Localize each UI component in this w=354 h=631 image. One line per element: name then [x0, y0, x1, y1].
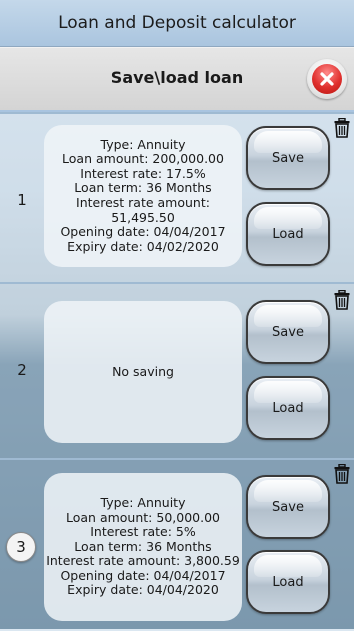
save-button[interactable]: Save	[246, 126, 330, 190]
save-slot-3: 3 Type: Annuity Loan amount: 50,000.00 I…	[0, 458, 354, 631]
opening-date: Opening date: 04/04/2017	[60, 567, 226, 583]
expiry-date: Expiry date: 04/02/2020	[67, 238, 219, 254]
loan-amount: Loan amount: 200,000.00	[62, 151, 224, 167]
dialog-header: Save\load loan	[0, 47, 354, 113]
loan-type: Type: Annuity	[100, 494, 186, 510]
load-button[interactable]: Load	[246, 376, 330, 440]
slot-number-selected: 3	[6, 532, 36, 562]
slot-number: 1	[17, 191, 27, 209]
trash-icon[interactable]	[334, 117, 350, 138]
loan-amount: Loan amount: 50,000.00	[66, 509, 220, 525]
interest-rate-amount: Interest rate amount: 3,800.59	[46, 553, 240, 569]
save-button[interactable]: Save	[246, 300, 330, 364]
opening-date: Opening date: 04/04/2017	[60, 224, 226, 240]
slot-number: 2	[17, 361, 27, 379]
save-button-label: Save	[272, 324, 304, 340]
trash-icon[interactable]	[334, 289, 350, 310]
loan-term: Loan term: 36 Months	[74, 538, 212, 554]
save-slot-1: 1 Type: Annuity Loan amount: 200,000.00 …	[0, 112, 354, 284]
save-button-label: Save	[272, 499, 304, 515]
save-button[interactable]: Save	[246, 475, 330, 539]
app-title-bar: Loan and Deposit calculator	[0, 0, 354, 47]
interest-rate-amount: Interest rate amount: 51,495.50	[76, 195, 210, 225]
close-icon	[312, 64, 342, 94]
load-button-label: Load	[272, 226, 304, 242]
loan-term: Loan term: 36 Months	[74, 180, 212, 196]
slot-info-card: Type: Annuity Loan amount: 50,000.00 Int…	[44, 473, 242, 621]
interest-rate: Interest rate: 17.5%	[80, 165, 206, 181]
close-button[interactable]	[307, 59, 347, 99]
save-button-label: Save	[272, 150, 304, 166]
load-button[interactable]: Load	[246, 550, 330, 614]
interest-rate: Interest rate: 5%	[90, 524, 196, 540]
app-title: Loan and Deposit calculator	[58, 13, 296, 33]
save-slot-2: 2 No saving Save Load	[0, 282, 354, 460]
load-button-label: Load	[272, 574, 304, 590]
load-button-label: Load	[272, 400, 304, 416]
expiry-date: Expiry date: 04/04/2020	[67, 582, 219, 598]
slot-info-card: No saving	[44, 301, 242, 443]
empty-slot-text: No saving	[112, 363, 174, 379]
trash-icon[interactable]	[334, 463, 350, 484]
load-button[interactable]: Load	[246, 202, 330, 266]
slot-info-card: Type: Annuity Loan amount: 200,000.00 In…	[44, 125, 242, 267]
dialog-title: Save\load loan	[110, 68, 244, 87]
loan-type: Type: Annuity	[100, 136, 186, 152]
